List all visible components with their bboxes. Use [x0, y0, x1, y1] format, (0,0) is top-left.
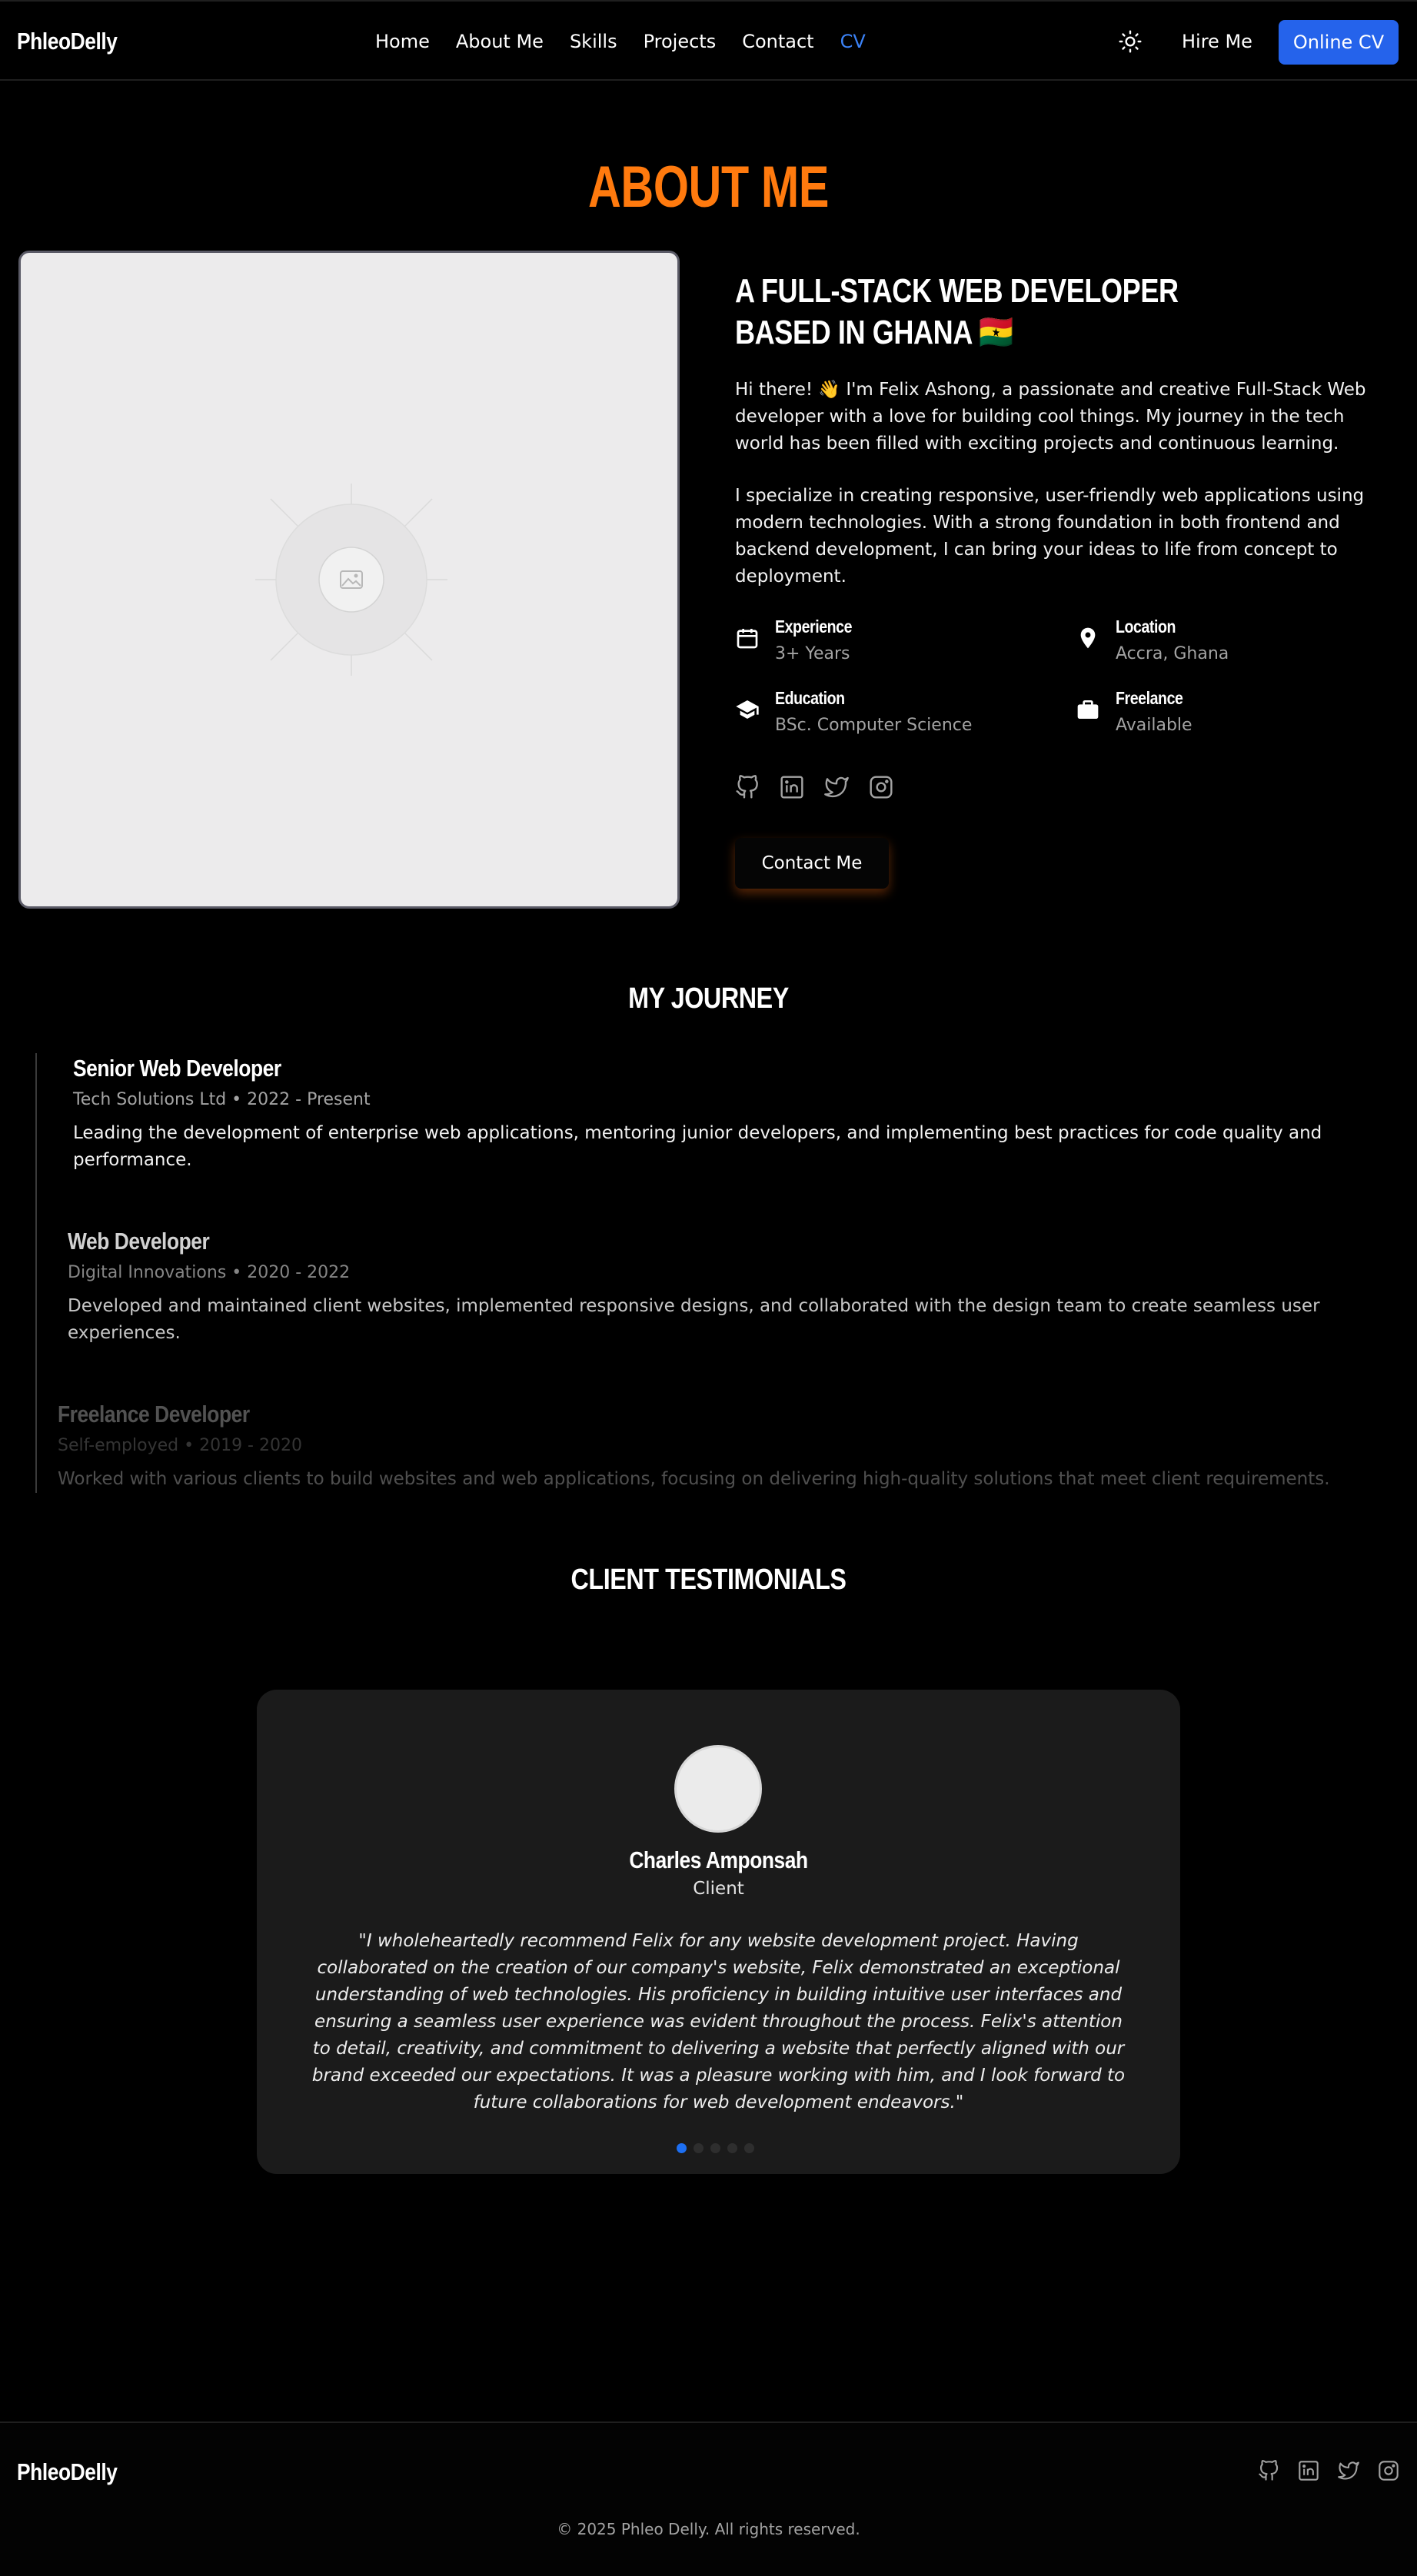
footer-brand[interactable]: PhleoDelly	[17, 2458, 118, 2486]
twitter-icon[interactable]	[824, 775, 849, 799]
nav-link-skills[interactable]: Skills	[570, 31, 617, 52]
info-location: Location Accra, Ghana	[1076, 617, 1368, 670]
twitter-icon[interactable]	[1338, 2460, 1359, 2481]
job-description: Developed and maintained client websites…	[68, 1296, 1320, 1343]
headline-line-1: A FULL-STACK WEB DEVELOPER	[735, 272, 1179, 310]
instagram-icon[interactable]	[1378, 2460, 1399, 2481]
job-role: Senior Web Developer	[73, 1055, 281, 1082]
carousel-dot[interactable]	[727, 2143, 737, 2153]
testimonials-title: CLIENT TESTIMONIALS	[570, 1564, 847, 1596]
info-value: Available	[1116, 716, 1192, 735]
carousel-dot[interactable]	[710, 2143, 720, 2153]
job-description: Leading the development of enterprise we…	[73, 1123, 1322, 1170]
nav-link-about[interactable]: About Me	[456, 31, 544, 52]
linkedin-icon[interactable]	[1298, 2460, 1319, 2481]
map-pin-icon	[1076, 626, 1100, 650]
top-navigation: PhleoDelly Home About Me Skills Projects…	[0, 0, 1417, 81]
hire-me-link[interactable]: Hire Me	[1182, 31, 1252, 52]
job-role: Freelance Developer	[58, 1401, 250, 1428]
info-value: BSc. Computer Science	[775, 716, 973, 735]
about-headline: A FULL-STACK WEB DEVELOPER BASED IN GHAN…	[735, 271, 1179, 354]
journey-title: MY JOURNEY	[628, 982, 789, 1015]
timeline-item: Freelance Developer Self-employed • 2019…	[58, 1401, 1411, 1493]
sun-icon	[1119, 30, 1142, 53]
avatar	[674, 1745, 762, 1833]
info-value: Accra, Ghana	[1116, 644, 1229, 663]
info-label: Location	[1116, 617, 1176, 637]
headline-line-2: BASED IN GHANA 🇬🇭	[735, 314, 1013, 351]
image-placeholder-icon	[255, 484, 447, 676]
copyright-text: © 2025 Phleo Delly. All rights reserved.	[557, 2520, 860, 2538]
testimonial-name: Charles Amponsah	[629, 1846, 808, 1873]
theme-toggle-button[interactable]	[1118, 29, 1143, 54]
nav-link-home[interactable]: Home	[375, 31, 430, 52]
linkedin-icon[interactable]	[780, 775, 804, 799]
contact-me-button[interactable]: Contact Me	[735, 838, 889, 889]
github-icon[interactable]	[1258, 2460, 1279, 2481]
online-cv-button[interactable]: Online CV	[1279, 20, 1399, 65]
job-meta: Digital Innovations • 2020 - 2022	[68, 1263, 351, 1282]
carousel-dot[interactable]	[694, 2143, 704, 2153]
nav-links: Home About Me Skills Projects Contact CV	[375, 31, 892, 52]
about-paragraph-1: Hi there! 👋 I'm Felix Ashong, a passiona…	[735, 380, 1366, 454]
job-description: Worked with various clients to build web…	[58, 1469, 1330, 1489]
timeline-item: Web Developer Digital Innovations • 2020…	[68, 1228, 1417, 1347]
carousel-dots	[677, 2143, 754, 2153]
about-social-links	[735, 775, 893, 799]
info-freelance: Freelance Available	[1076, 688, 1368, 742]
graduation-cap-icon	[735, 697, 760, 722]
info-education: Education BSc. Computer Science	[735, 688, 1027, 742]
info-value: 3+ Years	[775, 644, 850, 663]
briefcase-icon	[1076, 697, 1100, 722]
profile-image-placeholder	[18, 251, 680, 909]
github-icon[interactable]	[735, 775, 760, 799]
footer-social-links	[1258, 2460, 1399, 2481]
carousel-dot[interactable]	[744, 2143, 754, 2153]
testimonial-role: Client	[693, 1879, 744, 1899]
job-meta: Self-employed • 2019 - 2020	[58, 1436, 302, 1455]
job-role: Web Developer	[68, 1228, 210, 1255]
instagram-icon[interactable]	[869, 775, 893, 799]
about-title: ABOUT ME	[587, 155, 830, 220]
timeline-item: Senior Web Developer Tech Solutions Ltd …	[73, 1055, 1417, 1174]
info-label: Education	[775, 688, 845, 708]
info-label: Experience	[775, 617, 853, 637]
nav-link-cv[interactable]: CV	[840, 31, 866, 52]
calendar-icon	[735, 626, 760, 650]
about-paragraph-2: I specialize in creating responsive, use…	[735, 486, 1365, 587]
testimonial-quote: "I wholeheartedly recommend Felix for an…	[311, 1931, 1126, 2112]
testimonial-card: Charles Amponsah Client "I wholeheartedl…	[257, 1690, 1180, 2174]
info-label: Freelance	[1116, 688, 1183, 708]
carousel-dot[interactable]	[677, 2143, 687, 2153]
timeline-line	[35, 1053, 37, 1493]
footer: PhleoDelly © 2025 Phleo Delly. All right…	[0, 2421, 1417, 2576]
nav-link-contact[interactable]: Contact	[742, 31, 813, 52]
job-meta: Tech Solutions Ltd • 2022 - Present	[73, 1090, 371, 1109]
nav-link-projects[interactable]: Projects	[644, 31, 717, 52]
info-experience: Experience 3+ Years	[735, 617, 1027, 670]
brand-logo[interactable]: PhleoDelly	[17, 28, 118, 55]
